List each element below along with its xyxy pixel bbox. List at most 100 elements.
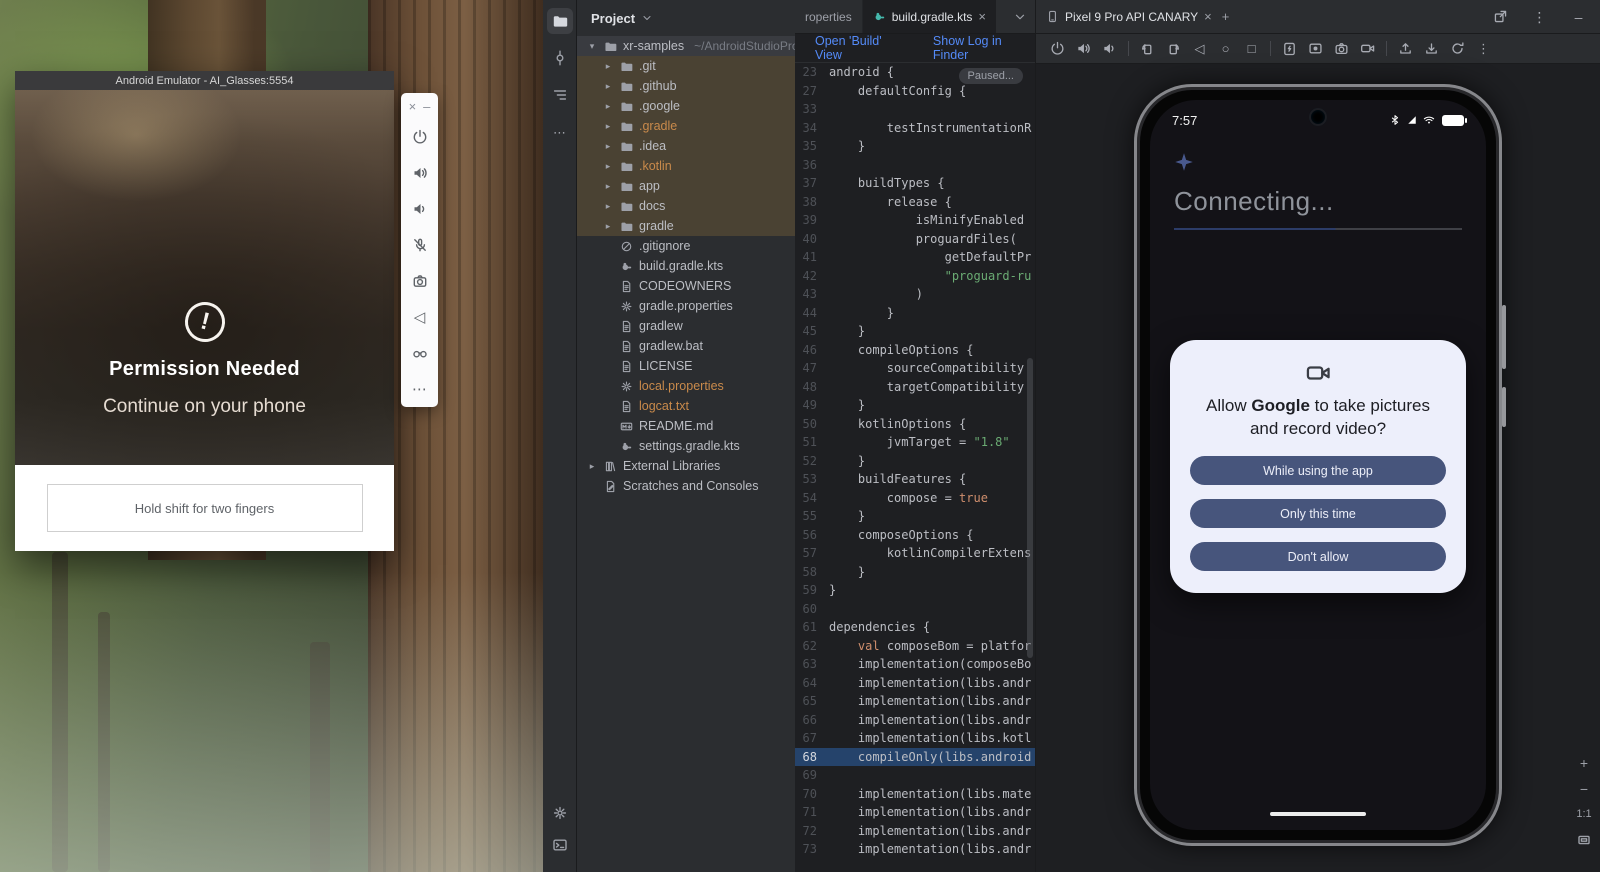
code-line-51[interactable]: 51 jvmTarget = "1.8" <box>795 433 1035 452</box>
record-icon[interactable] <box>1304 37 1327 60</box>
tree-item-build-gradle-kts[interactable]: build.gradle.kts <box>577 256 795 276</box>
code-line-70[interactable]: 70 implementation(libs.mate <box>795 785 1035 804</box>
code-line-38[interactable]: 38 release { <box>795 193 1035 212</box>
code-line-34[interactable]: 34 testInstrumentationR <box>795 119 1035 138</box>
back-icon[interactable]: ◁ <box>1188 37 1211 60</box>
code-line-50[interactable]: 50 kotlinOptions { <box>795 415 1035 434</box>
power-icon[interactable] <box>1046 37 1069 60</box>
glasses-icon[interactable] <box>405 335 435 371</box>
tab-gradle-properties[interactable]: roperties <box>795 0 863 33</box>
download-icon[interactable] <box>1420 37 1443 60</box>
tree-item-kotlin[interactable]: ▸.kotlin <box>577 156 795 176</box>
emulator-screen[interactable]: ! Permission Needed Continue on your pho… <box>15 90 394 465</box>
code-line-39[interactable]: 39 isMinifyEnabled <box>795 211 1035 230</box>
open-build-view-link[interactable]: Open 'Build' View <box>815 34 907 62</box>
home-icon[interactable]: ○ <box>1214 37 1237 60</box>
editor-scrollbar[interactable] <box>1027 358 1033 658</box>
tree-item-gitignore[interactable]: .gitignore <box>577 236 795 256</box>
tree-item-app[interactable]: ▸app <box>577 176 795 196</box>
don-t-allow-button[interactable]: Don't allow <box>1190 542 1446 571</box>
zoom-1-1-label[interactable]: 1:1 <box>1576 808 1591 820</box>
tree-item-codeowners[interactable]: CODEOWNERS <box>577 276 795 296</box>
restart-icon[interactable] <box>1446 37 1469 60</box>
zoom-out-icon[interactable]: − <box>1580 782 1588 796</box>
fit-icon[interactable] <box>1576 832 1592 848</box>
kebab-icon[interactable]: ⋮ <box>1472 37 1495 60</box>
close-icon[interactable]: × <box>1204 10 1212 23</box>
tree-item-license[interactable]: LICENSE <box>577 356 795 376</box>
structure-icon[interactable] <box>547 82 573 108</box>
only-this-time-button[interactable]: Only this time <box>1190 499 1446 528</box>
more-icon[interactable]: ⋯ <box>405 371 435 407</box>
show-log-in-finder-link[interactable]: Show Log in Finder <box>933 34 1035 62</box>
tree-item-external-libraries[interactable]: ▸External Libraries <box>577 456 795 476</box>
tree-item-scratches-and-consoles[interactable]: Scratches and Consoles <box>577 476 795 496</box>
code-editor[interactable]: 23android {27 defaultConfig {3334 testIn… <box>795 63 1035 872</box>
popout-icon[interactable] <box>1489 5 1512 28</box>
volume-down-icon[interactable] <box>1098 37 1121 60</box>
code-line-57[interactable]: 57 kotlinCompilerExtens <box>795 544 1035 563</box>
tree-item-google[interactable]: ▸.google <box>577 96 795 116</box>
tree-item-gradle[interactable]: ▸.gradle <box>577 116 795 136</box>
project-icon[interactable] <box>547 8 573 34</box>
code-line-53[interactable]: 53 buildFeatures { <box>795 470 1035 489</box>
emulator-title-bar[interactable]: Android Emulator - AI_Glasses:5554 <box>15 71 394 90</box>
phone-screen[interactable]: 7:57 Connecting... Allow Google to take … <box>1150 100 1486 830</box>
project-panel-header[interactable]: Project <box>577 0 795 36</box>
code-line-65[interactable]: 65 implementation(libs.andr <box>795 692 1035 711</box>
back-icon[interactable]: ◁ <box>405 299 435 335</box>
close-icon[interactable]: × <box>409 100 417 113</box>
tree-item-settings-gradle-kts[interactable]: settings.gradle.kts <box>577 436 795 456</box>
tree-item-docs[interactable]: ▸docs <box>577 196 795 216</box>
code-line-68[interactable]: 68 compileOnly(libs.android <box>795 748 1035 767</box>
power-icon[interactable] <box>405 119 435 155</box>
while-using-the-app-button[interactable]: While using the app <box>1190 456 1446 485</box>
camera-icon[interactable] <box>405 263 435 299</box>
code-line-35[interactable]: 35 } <box>795 137 1035 156</box>
code-line-63[interactable]: 63 implementation(composeBo <box>795 655 1035 674</box>
volume-up-icon[interactable] <box>405 155 435 191</box>
code-line-67[interactable]: 67 implementation(libs.kotl <box>795 729 1035 748</box>
close-icon[interactable]: × <box>978 10 986 23</box>
video-icon[interactable] <box>1356 37 1379 60</box>
tree-item-github[interactable]: ▸.github <box>577 76 795 96</box>
mic-off-icon[interactable] <box>405 227 435 263</box>
code-line-47[interactable]: 47 sourceCompatibility <box>795 359 1035 378</box>
tree-item-readme-md[interactable]: README.md <box>577 416 795 436</box>
gear-icon[interactable] <box>547 800 573 826</box>
tab-list-chevron-icon[interactable] <box>1013 0 1035 33</box>
code-line-66[interactable]: 66 implementation(libs.andr <box>795 711 1035 730</box>
code-line-49[interactable]: 49 } <box>795 396 1035 415</box>
code-line-58[interactable]: 58 } <box>795 563 1035 582</box>
code-line-54[interactable]: 54 compose = true <box>795 489 1035 508</box>
code-line-36[interactable]: 36 <box>795 156 1035 175</box>
upload-icon[interactable] <box>1394 37 1417 60</box>
minimize-icon[interactable]: – <box>423 100 430 113</box>
code-line-41[interactable]: 41 getDefaultPr <box>795 248 1035 267</box>
commit-icon[interactable] <box>547 45 573 71</box>
code-line-73[interactable]: 73 implementation(libs.andr <box>795 840 1035 859</box>
tree-item-gradle-properties[interactable]: gradle.properties <box>577 296 795 316</box>
code-line-55[interactable]: 55 } <box>795 507 1035 526</box>
code-line-37[interactable]: 37 buildTypes { <box>795 174 1035 193</box>
camera-icon[interactable] <box>1330 37 1353 60</box>
overview-icon[interactable]: □ <box>1240 37 1263 60</box>
terminal-icon[interactable] <box>547 832 573 858</box>
more-icon[interactable]: ⋯ <box>547 119 573 145</box>
code-line-44[interactable]: 44 } <box>795 304 1035 323</box>
tree-item-idea[interactable]: ▸.idea <box>577 136 795 156</box>
code-line-27[interactable]: 27 defaultConfig { <box>795 82 1035 101</box>
code-line-59[interactable]: 59} <box>795 581 1035 600</box>
tree-item-gradlew-bat[interactable]: gradlew.bat <box>577 336 795 356</box>
tree-item-local-properties[interactable]: local.properties <box>577 376 795 396</box>
rotate-right-icon[interactable] <box>1162 37 1185 60</box>
chevron-down-icon[interactable] <box>641 12 653 24</box>
minimize-icon[interactable]: – <box>1567 5 1590 28</box>
tree-item-gradle[interactable]: ▸gradle <box>577 216 795 236</box>
zoom-in-icon[interactable]: + <box>1580 756 1588 770</box>
tree-item-gradlew[interactable]: gradlew <box>577 316 795 336</box>
kebab-icon[interactable]: ⋮ <box>1528 5 1551 28</box>
screenshot-icon[interactable] <box>1278 37 1301 60</box>
code-line-71[interactable]: 71 implementation(libs.andr <box>795 803 1035 822</box>
add-tab-icon[interactable]: + <box>1222 10 1230 23</box>
